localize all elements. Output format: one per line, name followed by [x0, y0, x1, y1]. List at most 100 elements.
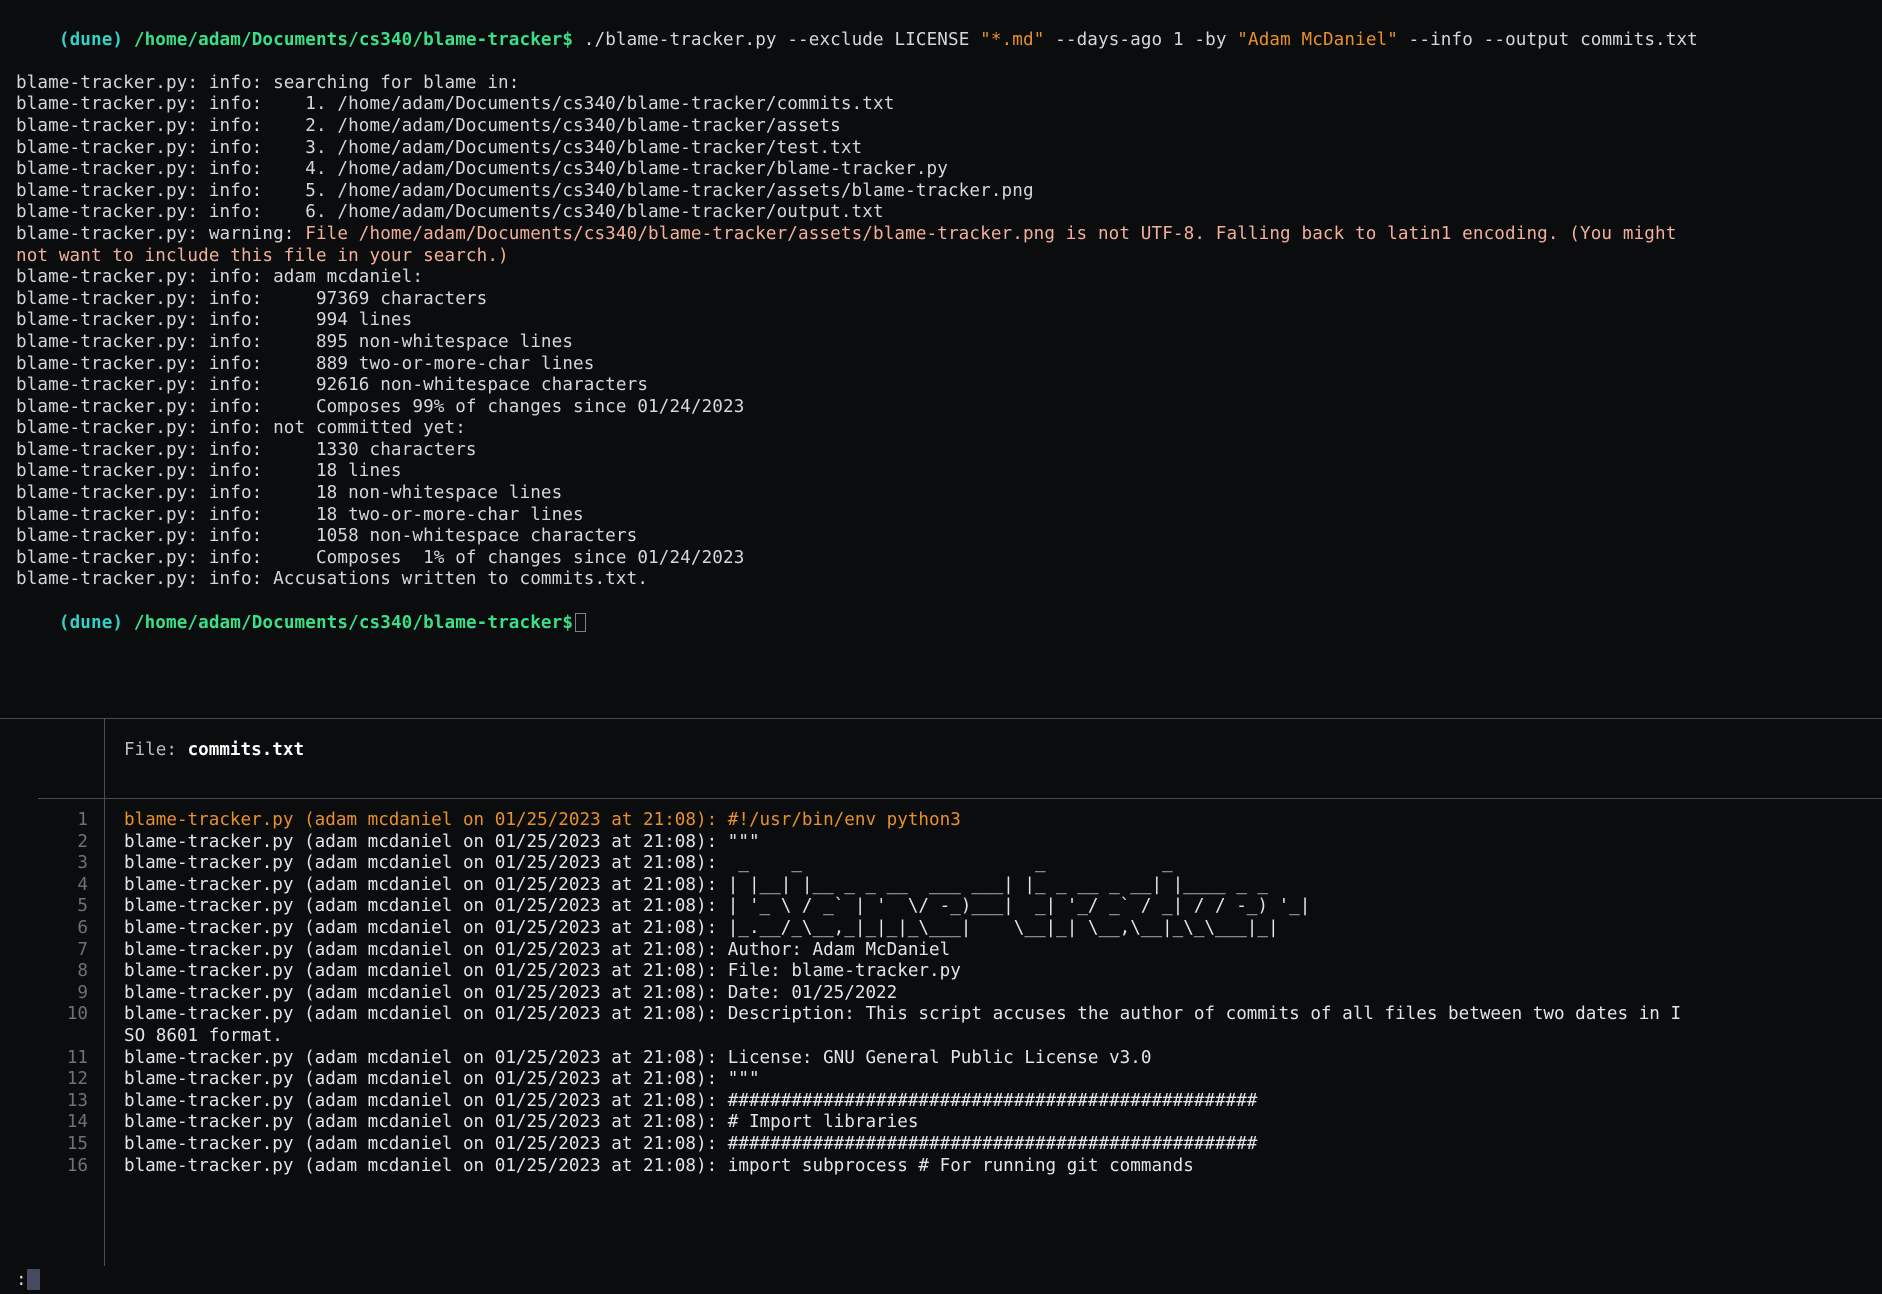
line-number: 11 [66, 1047, 88, 1068]
output-line: blame-tracker.py: info: 2. /home/adam/Do… [16, 115, 841, 136]
stats-line: blame-tracker.py: info: 1058 non-whitesp… [16, 526, 638, 547]
line-number: 7 [77, 939, 88, 960]
output-line: blame-tracker.py: info: 3. /home/adam/Do… [16, 137, 863, 158]
code-line-text: SO 8601 format. [124, 1025, 283, 1046]
stats-line: blame-tracker.py: info: 18 lines [16, 461, 402, 482]
code-line-text: blame-tracker.py (adam mcdaniel on 01/25… [124, 1004, 1682, 1025]
code-line-text: blame-tracker.py (adam mcdaniel on 01/25… [124, 853, 1173, 874]
code-line-row: 9 blame-tracker.py (adam mcdaniel on 01/2… [0, 983, 1882, 1005]
stats-line: blame-tracker.py: info: 92616 non-whites… [16, 375, 649, 396]
line-number: 10 [66, 1004, 88, 1025]
code-line-row: 3 blame-tracker.py (adam mcdaniel on 01/2… [0, 853, 1882, 875]
stats-line: blame-tracker.py: info: 994 lines [16, 310, 413, 331]
output-line: blame-tracker.py: info: 6. /home/adam/Do… [16, 202, 884, 223]
command-quoted-arg-2: "Adam McDaniel" [1237, 29, 1398, 50]
warning-prefix: blame-tracker.py: warning: [16, 223, 306, 244]
stats-line: blame-tracker.py: info: 895 non-whitespa… [16, 331, 574, 352]
code-line-row: 14 blame-tracker.py (adam mcdaniel on 01/… [0, 1112, 1882, 1134]
line-number: 16 [66, 1155, 88, 1176]
code-line-row: 5 blame-tracker.py (adam mcdaniel on 01/2… [0, 896, 1882, 918]
pager-prompt-colon: : [16, 1270, 27, 1290]
terminal-cursor [575, 612, 587, 632]
file-viewer-pane: File: commits.txt 1 blame-tracker.py (ada… [0, 680, 1882, 1294]
stats-line: blame-tracker.py: info: Composes 99% of … [16, 396, 745, 417]
line-number: 15 [66, 1133, 88, 1154]
line-number: 13 [66, 1090, 88, 1111]
warning-text-1: File /home/adam/Documents/cs340/blame-tr… [305, 223, 1677, 244]
code-line-text: blame-tracker.py (adam mcdaniel on 01/25… [124, 1155, 1194, 1176]
final-prompt-line: (dune) /home/adam/Documents/cs340/blame-… [16, 591, 1882, 656]
final-prompt-path-label: /home/adam/Documents/cs340/blame-tracker… [133, 612, 574, 633]
prompt-path-label: /home/adam/Documents/cs340/blame-tracker… [133, 29, 574, 50]
line-number: 3 [77, 853, 88, 874]
code-line-row: 12 blame-tracker.py (adam mcdaniel on 01/… [0, 1069, 1882, 1091]
line-number: 9 [77, 982, 88, 1003]
stats-line: blame-tracker.py: info: 97369 characters [16, 288, 488, 309]
code-line-row: 1 blame-tracker.py (adam mcdaniel on 01/2… [0, 810, 1882, 832]
code-line-row: 6 blame-tracker.py (adam mcdaniel on 01/2… [0, 918, 1882, 940]
line-number: 4 [77, 874, 88, 895]
stats-line: blame-tracker.py: info: Composes 1% of c… [16, 547, 745, 568]
code-line-row: 10 blame-tracker.py (adam mcdaniel on 01/… [0, 1004, 1882, 1026]
command-quoted-arg-1: "*.md" [980, 29, 1045, 50]
code-line-text: blame-tracker.py (adam mcdaniel on 01/25… [124, 961, 961, 982]
output-line: blame-tracker.py: info: 5. /home/adam/Do… [16, 180, 1034, 201]
code-line-text: blame-tracker.py (adam mcdaniel on 01/25… [124, 982, 898, 1003]
code-line-row: 13 blame-tracker.py (adam mcdaniel on 01/… [0, 1091, 1882, 1113]
code-line-text: blame-tracker.py (adam mcdaniel on 01/25… [124, 939, 951, 960]
code-line-row: 8 blame-tracker.py (adam mcdaniel on 01/2… [0, 961, 1882, 983]
file-header-label: File: [124, 740, 188, 760]
pager-status-bar[interactable]: : [0, 1266, 1882, 1294]
code-line-text: blame-tracker.py (adam mcdaniel on 01/25… [124, 831, 760, 852]
final-prompt-env-label: (dune) [58, 612, 124, 633]
code-line-row: 15 blame-tracker.py (adam mcdaniel on 01/… [0, 1134, 1882, 1156]
output-line: blame-tracker.py: info: searching for bl… [16, 72, 520, 93]
viewer-header-divider [38, 798, 1882, 799]
blame-statistics-output: blame-tracker.py: info: adam mcdaniel: bl… [16, 267, 1882, 591]
command-text-part-3: --info --output commits.txt [1397, 29, 1698, 50]
file-header: File: commits.txt [124, 740, 304, 762]
warning-line-1: blame-tracker.py: warning: File /home/ad… [16, 224, 1882, 246]
output-line: blame-tracker.py: info: 4. /home/adam/Do… [16, 159, 948, 180]
stats-line: blame-tracker.py: info: 18 non-whitespac… [16, 483, 563, 504]
stats-line: blame-tracker.py: info: 18 two-or-more-c… [16, 504, 584, 525]
file-name-label: commits.txt [187, 740, 305, 760]
code-line-text: blame-tracker.py (adam mcdaniel on 01/25… [124, 1069, 760, 1090]
search-paths-output: blame-tracker.py: info: searching for bl… [16, 73, 1882, 224]
code-line-row: 7 blame-tracker.py (adam mcdaniel on 01/2… [0, 940, 1882, 962]
stats-line: blame-tracker.py: info: Accusations writ… [16, 569, 649, 590]
terminal-output-pane: (dune) /home/adam/Documents/cs340/blame-… [0, 0, 1882, 680]
code-lines-container: 1 blame-tracker.py (adam mcdaniel on 01/2… [0, 810, 1882, 1177]
code-line-text: blame-tracker.py (adam mcdaniel on 01/25… [124, 1112, 919, 1133]
line-number: 12 [66, 1069, 88, 1090]
line-number: 14 [66, 1112, 88, 1133]
code-line-text: blame-tracker.py (adam mcdaniel on 01/25… [124, 917, 1279, 938]
output-line: blame-tracker.py: info: 1. /home/adam/Do… [16, 94, 895, 115]
pager-cursor [26, 1269, 40, 1290]
command-text-part-2: --days-ago 1 -by [1044, 29, 1238, 50]
line-number: 8 [77, 961, 88, 982]
code-line-row: 11 blame-tracker.py (adam mcdaniel on 01/… [0, 1048, 1882, 1070]
viewer-top-divider [0, 718, 1882, 719]
stats-line: blame-tracker.py: info: not committed ye… [16, 418, 466, 439]
code-line-text: blame-tracker.py (adam mcdaniel on 01/25… [124, 874, 1268, 895]
line-number: 1 [77, 810, 88, 830]
line-number: 2 [77, 831, 88, 852]
line-number: 5 [77, 896, 88, 917]
code-line-row: SO 8601 format. [0, 1026, 1882, 1048]
code-line-row: 2 blame-tracker.py (adam mcdaniel on 01/2… [0, 832, 1882, 854]
stats-line: blame-tracker.py: info: 889 two-or-more-… [16, 353, 595, 374]
stats-line: blame-tracker.py: info: adam mcdaniel: [16, 267, 424, 288]
code-line-text: blame-tracker.py (adam mcdaniel on 01/25… [124, 1133, 1258, 1154]
code-line-text: blame-tracker.py (adam mcdaniel on 01/25… [124, 810, 961, 830]
code-line-text: blame-tracker.py (adam mcdaniel on 01/25… [124, 896, 1311, 917]
stats-line: blame-tracker.py: info: 1330 characters [16, 439, 477, 460]
command-text-part-1: ./blame-tracker.py --exclude LICENSE [573, 29, 981, 50]
line-number: 6 [77, 917, 88, 938]
command-prompt-line: (dune) /home/adam/Documents/cs340/blame-… [16, 8, 1882, 73]
prompt-env-label: (dune) [58, 29, 124, 50]
code-line-text: blame-tracker.py (adam mcdaniel on 01/25… [124, 1090, 1258, 1111]
code-line-row: 16 blame-tracker.py (adam mcdaniel on 01/… [0, 1156, 1882, 1178]
warning-line-2: not want to include this file in your se… [16, 245, 509, 266]
code-line-row: 4 blame-tracker.py (adam mcdaniel on 01/2… [0, 875, 1882, 897]
